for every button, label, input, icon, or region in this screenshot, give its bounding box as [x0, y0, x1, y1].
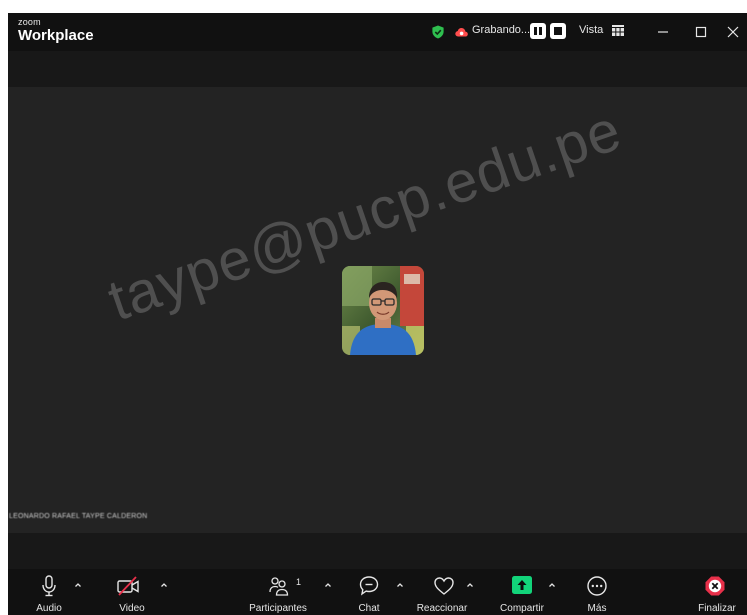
participants-button[interactable]: 1 Participantes	[244, 569, 334, 615]
react-label: Reaccionar	[416, 603, 468, 614]
chevron-up-icon[interactable]	[548, 581, 556, 589]
chat-icon[interactable]	[359, 575, 379, 597]
share-arrow-icon[interactable]	[512, 575, 532, 597]
participant-avatar[interactable]	[342, 266, 424, 355]
stage-bottom-band	[8, 533, 747, 569]
more-icon[interactable]	[586, 575, 608, 597]
video-button[interactable]: Video	[112, 569, 172, 615]
microphone-icon[interactable]	[40, 575, 58, 597]
more-button[interactable]: Más	[578, 569, 618, 615]
video-stage: taype@pucp.edu.pe LEONARDO RAFAEL TAYPE …	[8, 87, 747, 533]
participants-label: Participantes	[249, 603, 307, 614]
chevron-up-icon[interactable]	[74, 581, 82, 589]
audio-button[interactable]: Audio	[30, 569, 88, 615]
react-button[interactable]: Reaccionar	[416, 569, 478, 615]
chevron-up-icon[interactable]	[160, 581, 168, 589]
recording-status: Grabando...	[472, 24, 531, 36]
brand-name: Workplace	[18, 27, 94, 44]
close-icon[interactable]	[721, 21, 745, 43]
chevron-up-icon[interactable]	[466, 581, 474, 589]
brand-small: zoom	[18, 17, 41, 27]
chevron-up-icon[interactable]	[324, 581, 332, 589]
participant-name-label: LEONARDO RAFAEL TAYPE CALDERON	[9, 513, 148, 520]
end-label: Finalizar	[698, 603, 736, 614]
cloud-record-icon	[455, 28, 468, 37]
chat-label: Chat	[358, 603, 380, 614]
participant-count: 1	[296, 577, 302, 587]
pause-recording-button[interactable]	[530, 23, 546, 39]
participants-icon[interactable]	[269, 575, 289, 597]
chevron-up-icon[interactable]	[396, 581, 404, 589]
grid-view-icon[interactable]	[612, 25, 624, 36]
chat-button[interactable]: Chat	[354, 569, 408, 615]
shield-check-icon[interactable]	[431, 25, 445, 39]
title-bar: zoom Workplace Grabando... Vista	[8, 13, 747, 51]
maximize-icon[interactable]	[689, 21, 713, 43]
video-off-icon[interactable]	[116, 575, 142, 597]
minimize-icon[interactable]	[651, 21, 675, 43]
share-label: Compartir	[500, 603, 544, 614]
end-meeting-button[interactable]: Finalizar	[688, 569, 744, 615]
heart-icon[interactable]	[433, 575, 455, 597]
view-button-label[interactable]: Vista	[579, 24, 603, 36]
more-label: Más	[587, 603, 607, 614]
zoom-window: zoom Workplace Grabando... Vista taype@p…	[8, 13, 747, 615]
audio-label: Audio	[36, 603, 62, 614]
stop-recording-button[interactable]	[550, 23, 566, 39]
share-button[interactable]: Compartir	[490, 569, 560, 615]
end-icon[interactable]	[704, 575, 726, 597]
meeting-toolbar: Audio Video 1 Participantes Chat Reaccio…	[8, 569, 747, 615]
video-label: Video	[119, 603, 145, 614]
stage-top-band	[8, 51, 747, 87]
